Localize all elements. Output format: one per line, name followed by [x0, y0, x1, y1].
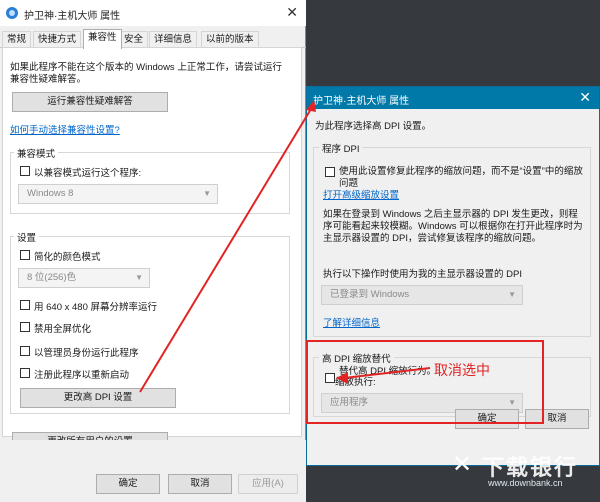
- compat-mode-group: [10, 152, 290, 214]
- run-as-admin-label: 以管理员身份运行此程序: [34, 348, 139, 359]
- compat-os-value: Windows 8: [27, 188, 74, 199]
- chevron-down-icon: ▼: [203, 189, 211, 198]
- settings-label: 设置: [14, 230, 40, 244]
- window-title: 护卫神·主机大师 属性: [313, 96, 410, 107]
- dpi-trigger-value: 已登录到 Windows: [330, 289, 410, 300]
- use-dpi-label: 执行以下操作时使用为我的主显示器设置的 DPI: [323, 269, 522, 280]
- chevron-down-icon: ▼: [508, 290, 516, 299]
- dpi-heading: 为此程序选择高 DPI 设置。: [315, 121, 432, 132]
- color-depth-value: 8 位(256)色: [27, 272, 77, 283]
- learn-more-link[interactable]: 了解详细信息: [323, 315, 380, 329]
- tab-compatibility[interactable]: 兼容性: [83, 29, 122, 49]
- title-bar: 护卫神·主机大师 属性 ✕: [307, 87, 599, 109]
- tab-general[interactable]: 常规: [2, 31, 32, 48]
- intro-text: 如果此程序不能在这个版本的 Windows 上正常工作，请尝试运行兼容性疑难解答…: [10, 62, 282, 85]
- fullscreen-opt-label: 禁用全屏优化: [34, 324, 92, 335]
- watermark-logo-icon: ✕: [452, 451, 473, 478]
- register-restart-label: 注册此程序以重新启动: [34, 370, 130, 381]
- change-high-dpi-button[interactable]: 更改高 DPI 设置: [20, 388, 176, 408]
- dpi-description: 如果在登录到 Windows 之后主显示器的 DPI 发生更改，则程序可能看起来…: [323, 209, 583, 244]
- close-icon[interactable]: ✕: [286, 4, 298, 21]
- tab-previous-versions[interactable]: 以前的版本: [201, 31, 259, 48]
- apply-button[interactable]: 应用(A): [238, 474, 298, 494]
- program-dpi-label: 程序 DPI: [319, 141, 363, 155]
- tab-security[interactable]: 安全: [119, 31, 149, 48]
- dpi-trigger-select[interactable]: 已登录到 Windows ▼: [321, 285, 523, 305]
- res-640-label: 用 640 x 480 屏幕分辨率运行: [34, 302, 158, 313]
- highlight-box: [306, 340, 544, 424]
- compat-os-select[interactable]: Windows 8 ▼: [18, 184, 218, 204]
- compat-mode-label: 兼容模式: [14, 146, 59, 160]
- window-title: 护卫神·主机大师 属性: [24, 11, 121, 22]
- tab-details[interactable]: 详细信息: [149, 31, 198, 48]
- ok-button[interactable]: 确定: [96, 474, 160, 494]
- color-depth-select[interactable]: 8 位(256)色 ▼: [18, 268, 150, 288]
- fullscreen-opt-checkbox[interactable]: [20, 322, 30, 332]
- properties-dialog-left: 护卫神·主机大师 属性 ✕ 常规 快捷方式 兼容性 安全 详细信息 以前的版本 …: [0, 0, 306, 502]
- watermark-url: www.downbank.cn: [488, 478, 563, 488]
- compat-mode-checkbox[interactable]: [20, 166, 30, 176]
- troubleshoot-button[interactable]: 运行兼容性疑难解答: [12, 92, 168, 112]
- register-restart-checkbox[interactable]: [20, 368, 30, 378]
- watermark: ✕ 下载银行 www.downbank.cn: [452, 448, 598, 500]
- manual-compat-link[interactable]: 如何手动选择兼容性设置?: [10, 122, 120, 136]
- advanced-scaling-link[interactable]: 打开高级缩放设置: [323, 187, 399, 201]
- uncheck-note: 取消选中: [434, 362, 490, 378]
- reduced-color-checkbox[interactable]: [20, 250, 30, 260]
- tab-strip: 常规 快捷方式 兼容性 安全 详细信息 以前的版本: [0, 29, 306, 49]
- program-dpi-checkbox[interactable]: [325, 167, 335, 177]
- app-icon: [6, 7, 18, 19]
- close-icon[interactable]: ✕: [579, 89, 591, 106]
- run-as-admin-checkbox[interactable]: [20, 346, 30, 356]
- reduced-color-label: 简化的颜色模式: [34, 252, 101, 263]
- compat-mode-check-label: 以兼容模式运行这个程序:: [34, 168, 142, 179]
- cancel-button[interactable]: 取消: [168, 474, 232, 494]
- tab-shortcut[interactable]: 快捷方式: [33, 31, 82, 48]
- chevron-down-icon: ▼: [135, 273, 143, 282]
- title-bar: 护卫神·主机大师 属性 ✕: [0, 0, 306, 26]
- res-640-checkbox[interactable]: [20, 300, 30, 310]
